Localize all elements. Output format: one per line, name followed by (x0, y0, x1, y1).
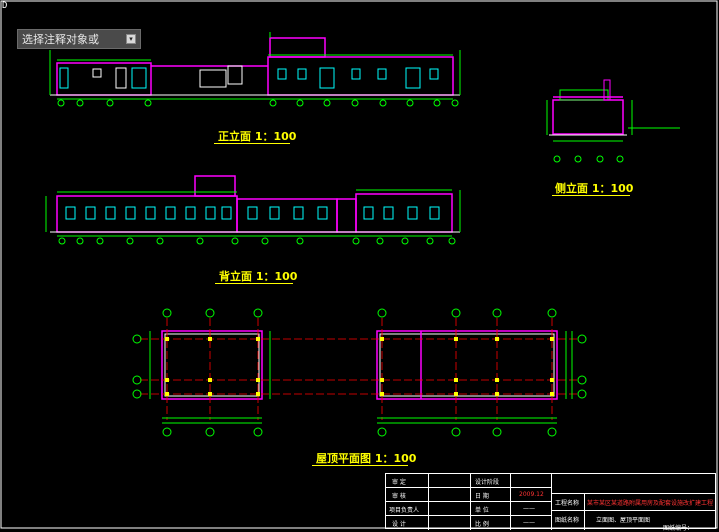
command-prompt[interactable]: 选择注释对象或 ▾ (17, 29, 141, 49)
ucs-marker: D (2, 1, 8, 11)
tb-label: 图纸名称 (555, 517, 580, 524)
command-prompt-text: 选择注释对象或 (22, 33, 99, 46)
tb-label: 设计阶段 (475, 479, 500, 486)
caption-back-elevation: 背立面 1：100 (219, 270, 298, 283)
tb-label: 审 核 (392, 493, 406, 500)
tb-label: 审 定 (392, 479, 406, 486)
caption-underline (312, 465, 408, 466)
side-elevation (546, 79, 680, 163)
tb-label: 日 期 (475, 493, 489, 500)
tb-label: 项目负责人 (389, 507, 420, 514)
roof-plan (132, 308, 587, 437)
caption-underline (214, 143, 290, 144)
tb-label: 单 位 (475, 507, 489, 514)
dropdown-arrow-icon[interactable]: ▾ (126, 34, 136, 44)
tb-project-name: 某市某区某道路附属用房及配套设施改扩建工程 (587, 500, 714, 507)
caption-front-elevation: 正立面 1：100 (218, 130, 297, 143)
tb-label: 图纸编号： (663, 525, 694, 532)
front-tower (269, 37, 326, 58)
caption-underline (215, 283, 293, 284)
tb-label: 比 例 (475, 521, 489, 528)
caption-roof-plan: 屋顶平面图 1：100 (316, 452, 417, 465)
caption-underline (552, 195, 630, 196)
tb-label: 工程名称 (555, 500, 580, 507)
tb-label: 设 计 (392, 521, 406, 528)
tb-date-value: 2009.12 (519, 491, 544, 498)
title-block: 审 定 审 核 项目负责人 设 计 设计阶段 日 期 单 位 比 例 2009.… (385, 473, 716, 532)
back-elevation (45, 175, 461, 245)
caption-side-elevation: 侧立面 1：100 (555, 182, 634, 195)
tb-drawing-name: 立面图、屋顶平面图 (596, 517, 651, 524)
